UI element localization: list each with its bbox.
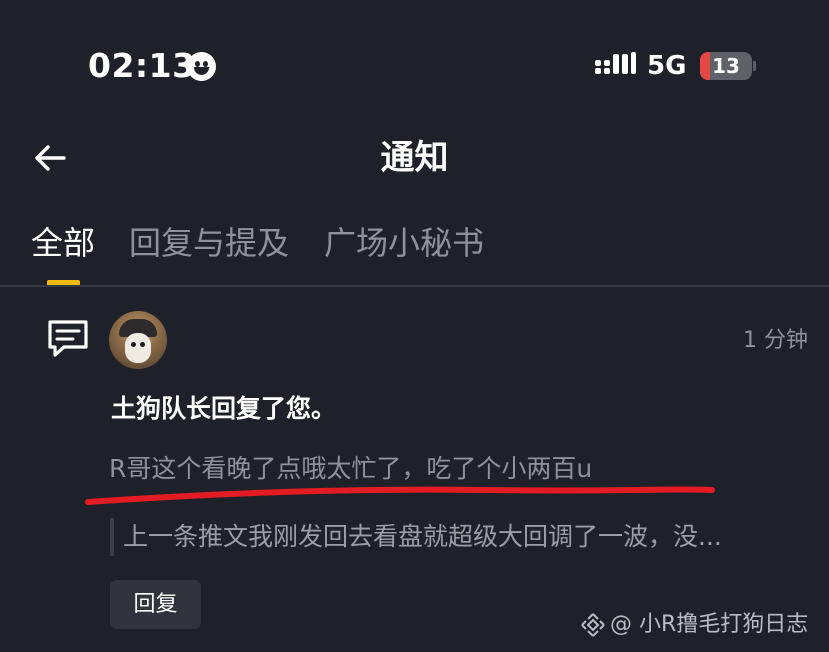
red-annotation-underline <box>85 486 715 505</box>
tab-square-assistant[interactable]: 广场小秘书 <box>324 221 484 265</box>
status-time: 02:13 <box>88 46 196 85</box>
comment-bubble-icon <box>48 320 88 357</box>
quote-bar <box>110 518 114 556</box>
binance-logo-icon <box>581 613 605 637</box>
smiley-face-icon <box>187 52 216 81</box>
watermark: @ 小R撸毛打狗日志 <box>580 608 808 642</box>
page-title: 通知 <box>380 138 449 178</box>
signal-bars-icon <box>595 52 636 74</box>
notifications-screen: 02:13 5G 13 通知 全部 回复与提及 广场小秘书 1 分钟 土狗队长回… <box>0 0 829 652</box>
quoted-post-text[interactable]: 上一条推文我刚发回去看盘就超级大回调了一波，没... <box>123 518 813 556</box>
notification-headline: 土狗队长回复了您。 <box>111 394 337 423</box>
battery-icon: 13 <box>700 52 752 80</box>
watermark-text: @ 小R撸毛打狗日志 <box>610 612 809 637</box>
tab-all[interactable]: 全部 <box>31 221 95 265</box>
reply-button[interactable]: 回复 <box>110 580 201 629</box>
avatar[interactable] <box>109 311 167 369</box>
battery-level: 13 <box>712 54 740 78</box>
battery-tip <box>753 61 756 71</box>
network-label: 5G <box>647 51 687 81</box>
notification-time: 1 分钟 <box>743 328 808 353</box>
reply-text[interactable]: R哥这个看晚了点哦太忙了，吃了个小两百u <box>109 450 592 488</box>
tabs-divider <box>0 285 829 287</box>
tab-replies-mentions[interactable]: 回复与提及 <box>129 221 289 265</box>
